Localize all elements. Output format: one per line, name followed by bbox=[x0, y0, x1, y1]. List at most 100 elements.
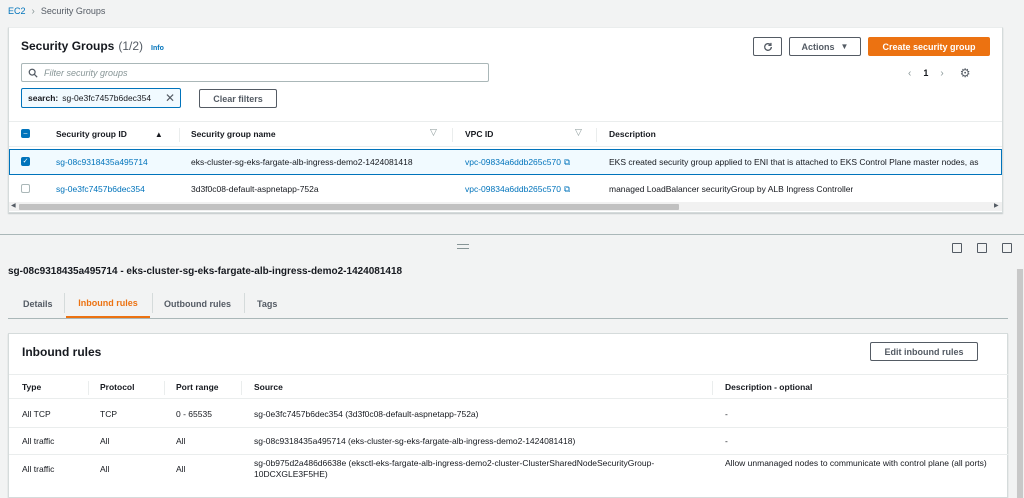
security-group-name: 3d3f0c08-default-aspnetapp-752a bbox=[191, 184, 319, 194]
caret-down-icon: ▼ bbox=[840, 42, 849, 51]
column-security-group-id[interactable]: Security group ID ▲ bbox=[56, 122, 163, 146]
vpc-id-link[interactable]: vpc-09834a6ddb265c570 ⧉ bbox=[465, 150, 570, 174]
scroll-right-icon[interactable]: ▶ bbox=[994, 202, 999, 209]
tab-inbound-rules[interactable]: Inbound rules bbox=[66, 290, 150, 318]
chevron-left-icon[interactable]: ‹ bbox=[908, 68, 911, 79]
search-placeholder: Filter security groups bbox=[44, 67, 128, 78]
rule-port-range: All bbox=[176, 436, 186, 446]
column-source: Source bbox=[254, 382, 283, 392]
rule-source: sg-0e3fc7457b6dec354 (3d3f0c08-default-a… bbox=[254, 409, 479, 419]
edit-inbound-rules-button[interactable]: Edit inbound rules bbox=[870, 342, 978, 361]
breadcrumb-ec2-link[interactable]: EC2 bbox=[8, 6, 26, 16]
create-security-group-button[interactable]: Create security group bbox=[868, 37, 990, 56]
vpc-id-link[interactable]: vpc-09834a6ddb265c570 ⧉ bbox=[465, 176, 570, 202]
rule-protocol: All bbox=[100, 464, 110, 474]
rule-row: All traffic All All sg-08c9318435a495714… bbox=[9, 428, 1009, 455]
page-number[interactable]: 1 bbox=[923, 68, 928, 78]
rule-type: All traffic bbox=[22, 436, 55, 446]
vpc-id-text: vpc-09834a6ddb265c570 bbox=[465, 184, 561, 194]
rule-protocol: All bbox=[100, 436, 110, 446]
security-group-id-link[interactable]: sg-0e3fc7457b6dec354 bbox=[56, 176, 145, 202]
column-port-range: Port range bbox=[176, 382, 219, 392]
selection-count: (1/2) bbox=[118, 39, 144, 53]
chevron-right-icon[interactable]: › bbox=[940, 68, 943, 79]
create-label: Create security group bbox=[882, 41, 976, 52]
filter-token: search: sg-0e3fc7457b6dec354 ✕ bbox=[21, 88, 181, 108]
rule-type: All TCP bbox=[22, 409, 51, 419]
panel-maximize-icon[interactable] bbox=[1002, 243, 1012, 253]
row-checkbox[interactable]: ✓ bbox=[21, 157, 30, 166]
sort-icon: ▽ bbox=[575, 127, 582, 137]
table-row[interactable]: sg-0e3fc7457b6dec354 3d3f0c08-default-as… bbox=[9, 176, 1002, 202]
security-group-name: eks-cluster-sg-eks-fargate-alb-ingress-d… bbox=[191, 157, 413, 167]
drag-handle-icon[interactable] bbox=[457, 244, 469, 249]
column-description[interactable]: Description bbox=[609, 122, 656, 146]
search-icon bbox=[28, 68, 38, 78]
detail-title: sg-08c9318435a495714 - eks-cluster-sg-ek… bbox=[8, 266, 403, 277]
rule-source: sg-0b975d2a486d6638e (eksctl-eks-fargate… bbox=[254, 458, 655, 479]
tab-details[interactable]: Details bbox=[23, 290, 53, 318]
rule-type: All traffic bbox=[22, 464, 55, 474]
column-type: Type bbox=[22, 382, 42, 392]
actions-button[interactable]: Actions ▼ bbox=[789, 37, 861, 56]
column-label: Security group ID bbox=[56, 129, 127, 139]
gear-icon[interactable]: ⚙ bbox=[960, 66, 971, 80]
vpc-id-text: vpc-09834a6ddb265c570 bbox=[465, 157, 561, 167]
table-header: – Security group ID ▲ Security group name… bbox=[9, 121, 1002, 147]
rule-row: All TCP TCP 0 - 65535 sg-0e3fc7457b6dec3… bbox=[9, 400, 1009, 428]
rule-port-range: All bbox=[176, 464, 186, 474]
column-label: Description bbox=[609, 129, 656, 139]
scrollbar-thumb[interactable] bbox=[1017, 269, 1023, 498]
select-all-checkbox[interactable]: – bbox=[21, 129, 30, 138]
scroll-left-icon[interactable]: ◀ bbox=[11, 202, 16, 209]
pagination: ‹ 1 › ⚙ bbox=[908, 66, 970, 80]
row-checkbox[interactable] bbox=[21, 184, 30, 193]
info-link[interactable]: Info bbox=[151, 45, 164, 52]
rules-table-header: Type Protocol Port range Source Descript… bbox=[9, 374, 1009, 399]
inbound-rules-title: Inbound rules bbox=[22, 345, 102, 359]
external-link-icon: ⧉ bbox=[563, 156, 571, 167]
column-label: VPC ID bbox=[465, 129, 494, 139]
panel-bottom-icon[interactable] bbox=[952, 243, 962, 253]
clear-filters-label: Clear filters bbox=[213, 93, 263, 104]
actions-label: Actions bbox=[801, 41, 835, 52]
breadcrumb: EC2 › Security Groups bbox=[8, 5, 105, 17]
edit-inbound-rules-label: Edit inbound rules bbox=[884, 346, 964, 357]
rule-source: sg-08c9318435a495714 (eks-cluster-sg-eks… bbox=[254, 436, 576, 446]
rule-description: - bbox=[725, 436, 728, 446]
refresh-button[interactable] bbox=[753, 37, 782, 56]
page-title: Security Groups (1/2) Info bbox=[21, 39, 164, 53]
rule-description: - bbox=[725, 409, 728, 419]
rule-port-range: 0 - 65535 bbox=[176, 409, 212, 419]
token-value: sg-0e3fc7457b6dec354 bbox=[62, 93, 152, 103]
sort-icon: ▽ bbox=[430, 127, 437, 137]
column-vpc-id[interactable]: VPC ID bbox=[465, 122, 493, 146]
chevron-right-icon: › bbox=[31, 5, 35, 17]
column-label: Security group name bbox=[191, 129, 276, 139]
search-input[interactable]: Filter security groups bbox=[21, 63, 489, 82]
description: EKS created security group applied to EN… bbox=[609, 157, 979, 167]
tab-outbound-rules[interactable]: Outbound rules bbox=[164, 290, 231, 318]
description: managed LoadBalancer securityGroup by AL… bbox=[609, 184, 854, 194]
token-key: search: bbox=[28, 93, 59, 103]
detail-tabs: Details Inbound rules Outbound rules Tag… bbox=[8, 290, 1008, 319]
clear-filters-button[interactable]: Clear filters bbox=[199, 89, 277, 108]
panel-split-icon[interactable] bbox=[977, 243, 987, 253]
rule-description: Allow unmanaged nodes to communicate wit… bbox=[725, 458, 987, 468]
split-divider[interactable] bbox=[0, 234, 1024, 235]
security-groups-title: Security Groups bbox=[21, 39, 115, 53]
sort-ascending-icon: ▲ bbox=[154, 129, 163, 139]
table-row[interactable]: ✓ sg-08c9318435a495714 eks-cluster-sg-ek… bbox=[9, 149, 1002, 175]
column-description: Description - optional bbox=[725, 382, 813, 392]
tab-tags[interactable]: Tags bbox=[257, 290, 277, 318]
refresh-icon bbox=[763, 42, 772, 51]
rule-protocol: TCP bbox=[100, 409, 117, 419]
security-group-id-link[interactable]: sg-08c9318435a495714 bbox=[56, 150, 148, 174]
breadcrumb-current: Security Groups bbox=[40, 6, 106, 16]
rule-row: All traffic All All sg-0b975d2a486d6638e… bbox=[9, 455, 1009, 487]
close-icon[interactable]: ✕ bbox=[165, 91, 175, 105]
column-security-group-name[interactable]: Security group name bbox=[191, 122, 276, 146]
scrollbar-thumb[interactable] bbox=[19, 204, 679, 210]
column-protocol: Protocol bbox=[100, 382, 135, 392]
external-link-icon: ⧉ bbox=[563, 183, 571, 194]
